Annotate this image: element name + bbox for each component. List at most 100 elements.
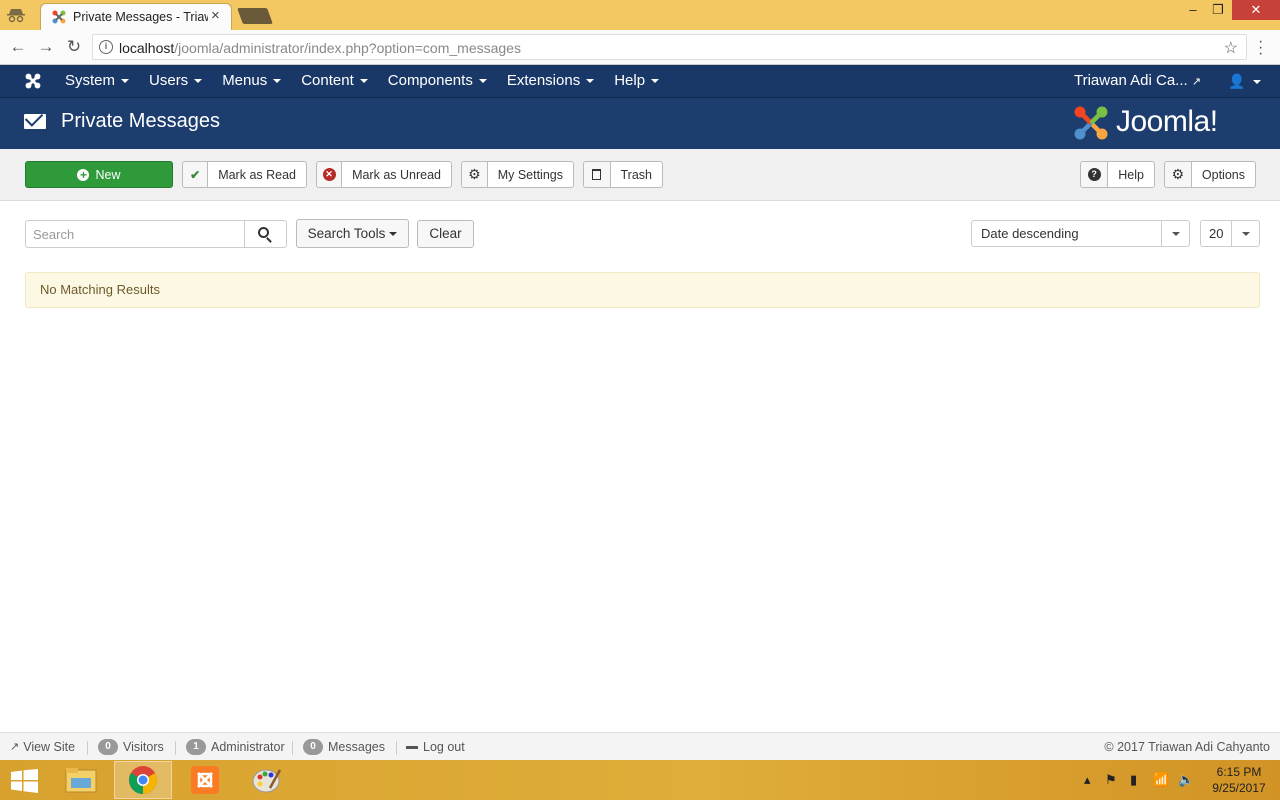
plus-circle-icon: + xyxy=(77,168,90,181)
browser-menu-icon[interactable]: · · · xyxy=(1258,34,1263,62)
admin-count-badge: 1 xyxy=(186,739,206,755)
gear-icon: ⚙ xyxy=(462,162,488,187)
windows-start-icon[interactable] xyxy=(10,769,39,793)
taskbar-chrome[interactable] xyxy=(114,761,172,799)
clear-button[interactable]: Clear xyxy=(417,220,474,248)
menu-menus[interactable]: Menus xyxy=(212,65,291,97)
question-circle-icon: ? xyxy=(1081,162,1109,187)
administrator-status: 1 Administrator xyxy=(186,733,285,761)
folder-icon xyxy=(65,768,97,793)
gear-icon: ⚙ xyxy=(1165,162,1192,187)
reload-icon[interactable]: ↻ xyxy=(64,37,84,57)
browser-tab[interactable]: Private Messages - Triawan Adi Cahyanto … xyxy=(40,3,232,30)
joomla-logo-icon[interactable] xyxy=(24,72,42,90)
mark-as-unread-button[interactable]: ✕ Mark as Unread xyxy=(316,161,452,188)
browser-toolbar: ← → ↻ i localhost/joomla/administrator/i… xyxy=(0,30,1280,65)
action-toolbar: + New ✔ Mark as Read ✕ Mark as Unread ⚙ … xyxy=(0,149,1280,201)
check-icon: ✔ xyxy=(183,162,209,187)
caret-down-icon xyxy=(651,79,660,84)
maximize-button[interactable]: ❐ xyxy=(1203,0,1233,20)
search-input[interactable] xyxy=(25,220,245,248)
external-link-icon: ↗ xyxy=(1191,76,1202,88)
list-limit-select[interactable]: 20 xyxy=(1200,220,1260,247)
view-site-link[interactable]: ↗ View Site xyxy=(10,733,75,761)
system-clock[interactable]: 6:15 PM 9/25/2017 xyxy=(1205,764,1273,796)
messages-link[interactable]: 0 Messages xyxy=(303,733,385,761)
site-link[interactable]: Triawan Adi Ca... ↗ xyxy=(1074,65,1201,98)
menu-system[interactable]: System xyxy=(55,65,139,97)
caret-down-icon xyxy=(586,79,595,84)
joomla-logo-icon xyxy=(1074,106,1108,140)
visitors-count-badge: 0 xyxy=(98,739,118,755)
mark-as-read-button[interactable]: ✔ Mark as Read xyxy=(182,161,307,188)
external-link-icon: ↗ xyxy=(10,741,20,753)
page-title: Private Messages xyxy=(61,110,220,132)
joomla-brand-logo: Joomla! xyxy=(1072,104,1257,144)
caret-down-icon xyxy=(1253,80,1262,85)
caret-down-icon xyxy=(194,79,203,84)
ordering-select[interactable]: Date descending xyxy=(971,220,1190,247)
my-settings-button[interactable]: ⚙ My Settings xyxy=(461,161,574,188)
back-icon[interactable]: ← xyxy=(8,37,28,57)
logout-link[interactable]: Log out xyxy=(406,733,465,761)
xampp-icon xyxy=(191,766,219,794)
trash-button[interactable]: Trash xyxy=(583,161,663,188)
search-button[interactable] xyxy=(244,220,287,248)
volume-icon[interactable]: 🔈 xyxy=(1178,760,1194,800)
tab-title: Private Messages - Triawan Adi Cahyanto … xyxy=(73,10,208,24)
search-tools-button[interactable]: Search Tools xyxy=(296,219,409,248)
caret-down-icon xyxy=(359,79,368,84)
power-icon[interactable]: ▮ xyxy=(1130,760,1137,800)
menu-components[interactable]: Components xyxy=(378,65,497,97)
joomla-favicon-icon xyxy=(52,10,66,24)
new-tab-button[interactable] xyxy=(237,8,273,24)
taskbar-paint[interactable] xyxy=(238,761,296,799)
url-text[interactable]: localhost/joomla/administrator/index.php… xyxy=(119,40,521,56)
user-menu[interactable]: 👤 xyxy=(1228,65,1262,97)
close-window-button[interactable]: ✕ xyxy=(1232,0,1280,20)
browser-titlebar: Private Messages - Triawan Adi Cahyanto … xyxy=(0,0,1280,30)
x-circle-icon: ✕ xyxy=(317,162,343,187)
caret-down-icon xyxy=(121,79,130,84)
envelope-icon xyxy=(24,114,46,129)
admin-navbar: System Users Menus Content Components Ex… xyxy=(0,65,1280,98)
menu-content[interactable]: Content xyxy=(291,65,378,97)
copyright-text: © 2017 Triawan Adi Cahyanto xyxy=(1104,740,1270,754)
help-button[interactable]: ? Help xyxy=(1080,161,1155,188)
tab-close-icon[interactable]: × xyxy=(211,7,220,24)
brand-name: Joomla! xyxy=(1116,105,1218,138)
visitors-status: 0 Visitors xyxy=(98,733,164,761)
caret-down-icon xyxy=(273,79,282,84)
messages-count-badge: 0 xyxy=(303,739,323,755)
user-icon: 👤 xyxy=(1228,73,1246,89)
caret-down-icon xyxy=(389,232,398,237)
windows-taskbar: ▴ ⚑ ▮ 📶 🔈 6:15 PM 9/25/2017 xyxy=(0,760,1280,800)
chrome-icon xyxy=(129,766,157,794)
chevron-down-icon xyxy=(1161,221,1189,246)
taskbar-xampp[interactable] xyxy=(176,761,234,799)
no-results-alert: No Matching Results xyxy=(25,272,1260,308)
bookmark-star-icon[interactable]: ☆ xyxy=(1224,38,1238,58)
trash-icon xyxy=(584,162,611,187)
minus-icon xyxy=(406,745,418,749)
main-menu: System Users Menus Content Components Ex… xyxy=(55,65,669,97)
caret-down-icon xyxy=(478,79,487,84)
taskbar-file-explorer[interactable] xyxy=(52,761,110,799)
new-button[interactable]: + New xyxy=(25,161,173,188)
forward-icon[interactable]: → xyxy=(36,37,56,57)
menu-users[interactable]: Users xyxy=(139,65,212,97)
menu-help[interactable]: Help xyxy=(604,65,669,97)
site-info-icon[interactable]: i xyxy=(99,40,113,54)
flag-icon[interactable]: ⚑ xyxy=(1105,760,1117,800)
page-header: Private Messages Joomla! xyxy=(0,98,1280,149)
options-button[interactable]: ⚙ Options xyxy=(1164,161,1256,188)
paint-palette-icon xyxy=(252,769,282,793)
address-bar[interactable]: i localhost/joomla/administrator/index.p… xyxy=(92,34,1247,60)
chevron-down-icon xyxy=(1231,221,1259,246)
incognito-icon xyxy=(7,9,25,23)
menu-extensions[interactable]: Extensions xyxy=(497,65,604,97)
network-icon[interactable]: 📶 xyxy=(1153,760,1169,800)
search-icon xyxy=(258,226,269,238)
admin-statusbar: ↗ View Site 0 Visitors 1 Administrator 0 Mes… xyxy=(0,732,1280,760)
show-hidden-icons[interactable]: ▴ xyxy=(1084,760,1091,800)
